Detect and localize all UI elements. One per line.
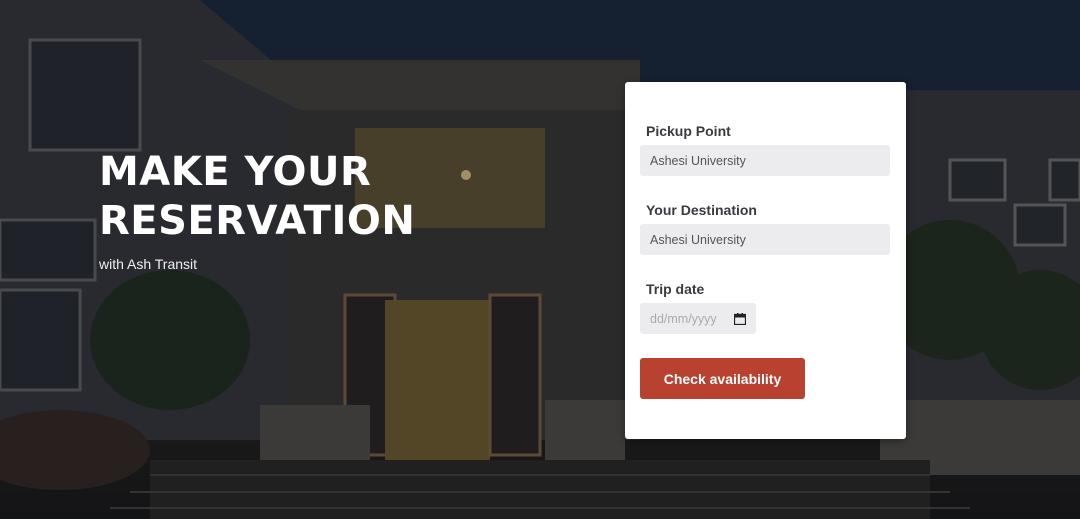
destination-select[interactable]: Ashesi University xyxy=(640,224,890,255)
trip-date-label: Trip date xyxy=(646,281,705,297)
pickup-label: Pickup Point xyxy=(646,123,731,139)
destination-label: Your Destination xyxy=(646,202,757,218)
calendar-icon[interactable] xyxy=(734,312,746,325)
pickup-select[interactable]: Ashesi University xyxy=(640,145,890,176)
hero-subtitle: with Ash Transit xyxy=(99,256,198,272)
reservation-form-card: Pickup Point Ashesi University Your Dest… xyxy=(625,82,906,439)
trip-date-placeholder: dd/mm/yyyy xyxy=(650,311,717,326)
trip-date-input[interactable]: dd/mm/yyyy xyxy=(640,303,756,334)
hero-title: MAKE YOUR RESERVATION xyxy=(99,149,416,244)
hero-text-block: MAKE YOUR RESERVATION with Ash Transit xyxy=(99,148,429,272)
check-availability-button[interactable]: Check availability xyxy=(640,358,805,399)
